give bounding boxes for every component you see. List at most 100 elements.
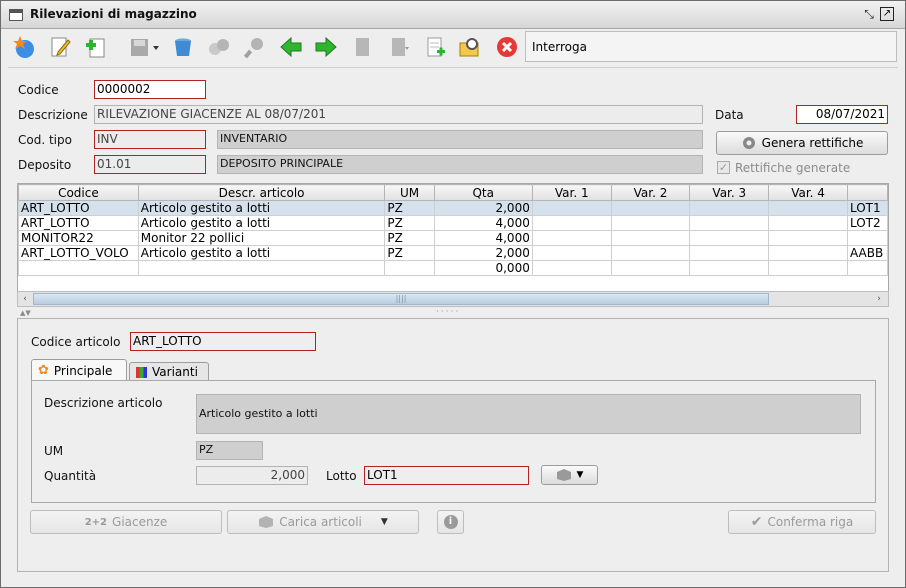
delete-bin-icon[interactable] (170, 34, 196, 60)
save-dropdown-icon[interactable] (127, 34, 163, 60)
cell[interactable]: 2,000 (433, 200, 533, 216)
tab-varianti-label: Varianti (152, 365, 198, 379)
data-field[interactable]: 08/07/2021 (796, 105, 888, 124)
cell[interactable]: Articolo gestito a lotti (137, 245, 386, 261)
table-row[interactable]: ART_LOTTO Articolo gestito a lotti PZ 2,… (18, 200, 888, 216)
table-row[interactable]: 0,000 (18, 260, 888, 276)
conferma-riga-button[interactable]: ✔ Conferma riga (728, 510, 876, 534)
cell[interactable]: MONITOR22 (18, 230, 139, 246)
cell[interactable]: AABB (846, 245, 888, 261)
cell[interactable]: LOT2 (846, 215, 888, 231)
help-star-icon[interactable] (11, 34, 37, 60)
cell[interactable]: PZ (384, 245, 435, 261)
col-lotto[interactable] (846, 184, 888, 201)
cell[interactable] (610, 245, 691, 261)
col-um[interactable]: UM (384, 184, 435, 201)
document-prev-icon[interactable] (350, 34, 376, 60)
cell[interactable]: Monitor 22 pollici (137, 230, 386, 246)
cell[interactable] (689, 260, 770, 276)
cell[interactable] (531, 200, 612, 216)
table-row[interactable]: ART_LOTTO_VOLO Articolo gestito a lotti … (18, 245, 888, 261)
cell[interactable] (768, 245, 848, 261)
col-qta[interactable]: Qta (433, 184, 533, 201)
cell[interactable] (768, 215, 848, 231)
cell[interactable]: 0,000 (433, 260, 533, 276)
cell[interactable] (531, 245, 612, 261)
cell[interactable] (689, 200, 770, 216)
cell[interactable] (610, 215, 691, 231)
cod-tipo-field[interactable]: INV (94, 130, 206, 149)
cell[interactable] (846, 230, 888, 246)
cell[interactable] (768, 230, 848, 246)
mail-search-icon[interactable] (457, 34, 483, 60)
collapse-arrows-icon[interactable]: ▲▼ (20, 309, 31, 317)
cell[interactable] (689, 245, 770, 261)
cell[interactable]: PZ (384, 230, 435, 246)
data-label: Data (715, 108, 744, 122)
lotto-field[interactable]: LOT1 (364, 466, 529, 485)
next-arrow-icon[interactable] (313, 34, 339, 60)
cell[interactable] (768, 200, 848, 216)
cell[interactable] (610, 260, 691, 276)
cell[interactable] (18, 260, 139, 276)
info-icon: i (443, 515, 458, 529)
cell[interactable]: PZ (384, 215, 435, 231)
cell[interactable]: 2,000 (433, 245, 533, 261)
cell[interactable]: 4,000 (433, 215, 533, 231)
copy-icon[interactable] (206, 34, 232, 60)
col-var4[interactable]: Var. 4 (768, 184, 848, 201)
col-var3[interactable]: Var. 3 (689, 184, 770, 201)
cell[interactable]: Articolo gestito a lotti (137, 215, 386, 231)
descrizione-field[interactable]: RILEVAZIONE GIACENZE AL 08/07/201 (94, 105, 703, 124)
col-var1[interactable]: Var. 1 (531, 184, 612, 201)
table-row[interactable]: ART_LOTTO Articolo gestito a lotti PZ 4,… (18, 215, 888, 231)
quantita-field[interactable]: 2,000 (196, 466, 308, 485)
table-row[interactable]: MONITOR22 Monitor 22 pollici PZ 4,000 (18, 230, 888, 246)
cell[interactable]: ART_LOTTO_VOLO (18, 245, 139, 261)
lotto-dropdown-button[interactable]: ▼ (541, 465, 598, 485)
cell[interactable]: LOT1 (846, 200, 888, 216)
cell[interactable]: ART_LOTTO (18, 215, 139, 231)
carica-articoli-button[interactable]: Carica articoli ▼ (227, 510, 419, 534)
deposito-field[interactable]: 01.01 (94, 155, 206, 174)
cell[interactable] (137, 260, 386, 276)
cell[interactable] (531, 260, 612, 276)
scroll-right-icon[interactable]: › (873, 293, 885, 305)
genera-rettifiche-button[interactable]: Genera rettifiche (716, 131, 888, 155)
new-record-icon[interactable] (83, 34, 109, 60)
cell[interactable]: 4,000 (433, 230, 533, 246)
tab-varianti[interactable]: Varianti (129, 362, 209, 381)
giacenze-button[interactable]: 2+2 Giacenze (30, 510, 222, 534)
cell[interactable] (689, 230, 770, 246)
cell[interactable]: ART_LOTTO (18, 200, 139, 216)
cell[interactable] (689, 215, 770, 231)
tab-principale[interactable]: ✿ Principale (31, 359, 127, 381)
search-icon[interactable] (242, 34, 268, 60)
codice-articolo-field[interactable]: ART_LOTTO (130, 332, 316, 351)
scroll-thumb[interactable]: |||| (33, 293, 769, 305)
codice-field[interactable]: 0000002 (94, 80, 206, 99)
add-document-icon[interactable] (422, 34, 448, 60)
edit-icon[interactable] (47, 34, 73, 60)
rettifiche-checkbox[interactable]: ✓ (717, 161, 730, 174)
cell[interactable] (531, 230, 612, 246)
col-var2[interactable]: Var. 2 (610, 184, 691, 201)
cell[interactable]: PZ (384, 200, 435, 216)
cell[interactable] (610, 230, 691, 246)
col-descr-articolo[interactable]: Descr. articolo (137, 184, 386, 201)
info-button[interactable]: i (437, 510, 464, 534)
cell[interactable] (384, 260, 435, 276)
cell[interactable]: Articolo gestito a lotti (137, 200, 386, 216)
split-handle[interactable]: ····· (436, 307, 460, 317)
cell[interactable] (531, 215, 612, 231)
col-codice[interactable]: Codice (18, 184, 139, 201)
maximize-icon[interactable]: ↗ (880, 7, 894, 21)
restore-icon[interactable]: ⤡ (862, 7, 876, 21)
cell[interactable] (846, 260, 888, 276)
cell[interactable] (610, 200, 691, 216)
document-next-icon[interactable] (386, 34, 412, 60)
scroll-left-icon[interactable]: ‹ (19, 293, 31, 305)
close-red-icon[interactable] (494, 34, 520, 60)
cell[interactable] (768, 260, 848, 276)
previous-arrow-icon[interactable] (278, 34, 304, 60)
